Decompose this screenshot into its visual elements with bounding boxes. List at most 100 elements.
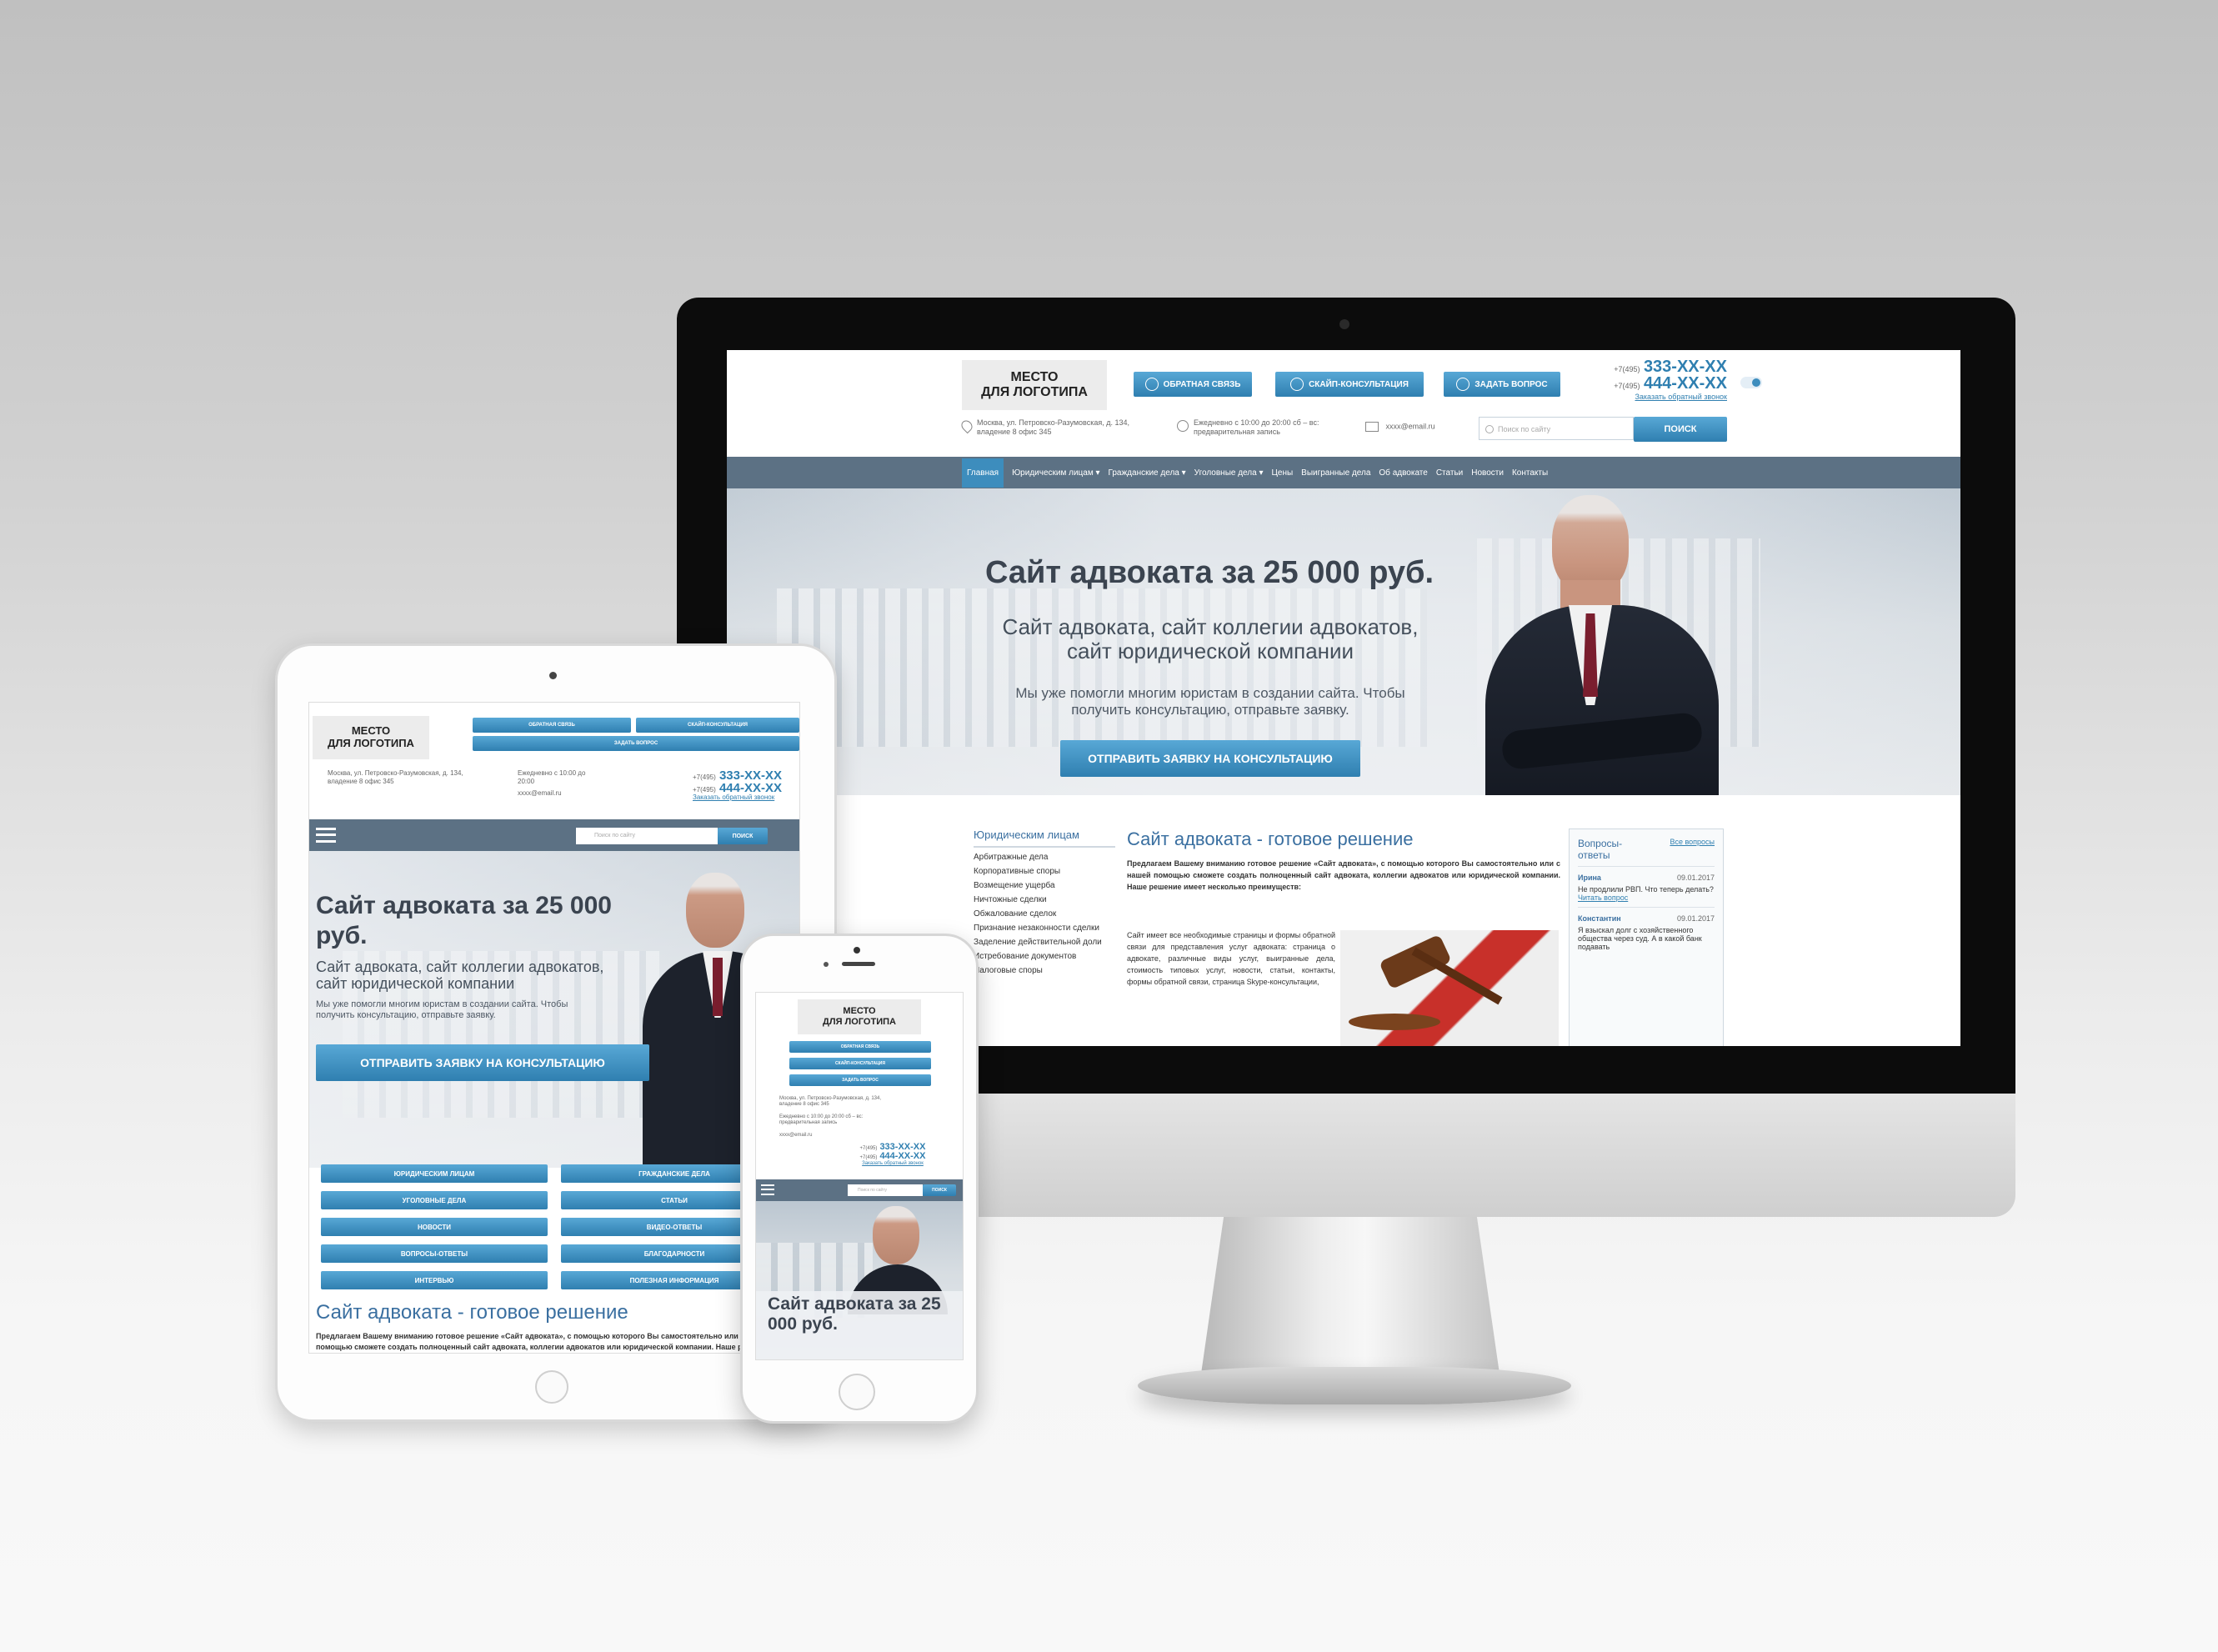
phone-1[interactable]: +7(495) 333-XX-XX (1594, 358, 1727, 375)
skype-button[interactable]: СКАЙП-КОНСУЛЬТАЦИЯ (1275, 372, 1424, 397)
nav-item-articles[interactable]: Статьи (1436, 468, 1463, 478)
hero-subtitle: Сайт адвоката, сайт коллегии адвокатов, … (977, 615, 1444, 663)
content-title: Сайт адвоката - готовое решение (1127, 829, 1414, 849)
phone-1-prefix: +7(495) (693, 773, 716, 781)
logo-line-2: ДЛЯ ЛОГОТИПА (823, 1017, 896, 1027)
qa-read-link[interactable]: Читать вопрос (1578, 894, 1715, 902)
phone-callback-link[interactable]: Заказать обратный звонок (826, 1161, 959, 1166)
qa-item[interactable]: Константин 09.01.2017 Я взыскал долг с хо… (1578, 914, 1715, 951)
hero-text-line-1: Мы уже помогли многим юристам в создании… (316, 999, 568, 1009)
toggle-icon[interactable] (1740, 377, 1762, 388)
question-button-label: ЗАДАТЬ ВОПРОС (1474, 379, 1548, 389)
hero-cta-button[interactable]: ОТПРАВИТЬ ЗАЯВКУ НА КОНСУЛЬТАЦИЮ (1060, 740, 1360, 777)
tablet-hero-title: Сайт адвоката за 25 000 руб. (316, 892, 612, 949)
nav-item-about[interactable]: Об адвокате (1379, 468, 1427, 478)
tablet-skype-button[interactable]: СКАЙП-КОНСУЛЬТАЦИЯ (636, 718, 799, 733)
gavel-image (1340, 930, 1559, 1046)
sidebar-item[interactable]: Заделение действительной доли (974, 938, 1115, 947)
tablet-phones: +7(495) 333-XX-XX +7(495) 444-XX-XX Зака… (693, 769, 799, 801)
skype-button-label: СКАЙП-КОНСУЛЬТАЦИЯ (1309, 379, 1409, 389)
sidebar-menu: Юридическим лицам Арбитражные дела Корпо… (974, 829, 1115, 980)
tablet-hero: Сайт адвоката за 25 000 руб. Сайт адвока… (309, 851, 799, 1168)
phone-sensor-icon (824, 962, 829, 967)
sidebar-item[interactable]: Налоговые споры (974, 966, 1115, 975)
question-icon (1456, 378, 1470, 391)
grid-button[interactable]: УГОЛОВНЫЕ ДЕЛА (321, 1191, 548, 1209)
tablet-phone-2[interactable]: +7(495) 444-XX-XX (693, 782, 799, 794)
phone-phone-2[interactable]: +7(495) 444-XX-XX (826, 1152, 959, 1161)
tablet-home-button[interactable] (535, 1370, 568, 1404)
grid-button[interactable]: НОВОСТИ (321, 1218, 548, 1236)
tablet-category-grid: ЮРИДИЧЕСКИМ ЛИЦАМ ГРАЖДАНСКИЕ ДЕЛА УГОЛО… (321, 1164, 788, 1289)
sidebar-item[interactable]: Истребование документов (974, 952, 1115, 961)
email[interactable]: xxxx@email.ru (1365, 422, 1482, 432)
phone-home-button[interactable] (839, 1374, 875, 1410)
grid-button[interactable]: ИНТЕРВЬЮ (321, 1271, 548, 1289)
sidebar-item[interactable]: Корпоративные споры (974, 867, 1115, 876)
tablet-logo[interactable]: МЕСТО ДЛЯ ЛОГОТИПА (313, 716, 429, 759)
tablet-phone-1[interactable]: +7(495) 333-XX-XX (693, 769, 799, 782)
qa-text: Я взыскал долг с хозяйственного общества… (1578, 926, 1702, 951)
qa-all-link[interactable]: Все вопросы (1670, 838, 1715, 846)
nav-item-news[interactable]: Новости (1471, 468, 1504, 478)
nav-item-contacts[interactable]: Контакты (1512, 468, 1548, 478)
tablet-search-button[interactable]: ПОИСК (718, 828, 768, 844)
grid-button[interactable]: ЮРИДИЧЕСКИМ ЛИЦАМ (321, 1164, 548, 1183)
qa-item[interactable]: Ирина 09.01.2017 Не продлили РВП. Что теп… (1578, 874, 1715, 908)
sidebar-item[interactable]: Арбитражные дела (974, 853, 1115, 862)
tablet-search-input[interactable]: Поиск по сайту (576, 828, 718, 844)
sidebar-item[interactable]: Признание незаконности сделки (974, 924, 1115, 933)
callback-button-label: ОБРАТНАЯ СВЯЗЬ (1163, 379, 1241, 389)
tablet-callback-link[interactable]: Заказать обратный звонок (693, 794, 799, 801)
phone-search-input[interactable]: Поиск по сайту (848, 1184, 923, 1196)
hamburger-icon[interactable] (316, 828, 336, 843)
phone-skype-button[interactable]: СКАЙП-КОНСУЛЬТАЦИЯ (789, 1058, 931, 1069)
sidebar-item[interactable]: Обжалование сделок (974, 909, 1115, 919)
tablet-question-button[interactable]: ЗАДАТЬ ВОПРОС (473, 736, 799, 751)
sidebar-item[interactable]: Ничтожные сделки (974, 895, 1115, 904)
phone-2-prefix: +7(495) (859, 1155, 878, 1160)
phone-search-button[interactable]: ПОИСК (923, 1184, 956, 1196)
logo-line-1: МЕСТО (1010, 369, 1059, 384)
qa-date: 09.01.2017 (1676, 914, 1715, 923)
phone-hero: Сайт адвоката за 25 000 руб. (756, 1201, 963, 1359)
search-button[interactable]: ПОИСК (1634, 417, 1727, 442)
hero-banner: Сайт адвоката за 25 000 руб. Сайт адвока… (727, 488, 1960, 795)
hero-subtitle-line-2: сайт юридической компании (1066, 638, 1354, 663)
callback-button[interactable]: ОБРАТНАЯ СВЯЗЬ (1134, 372, 1252, 397)
nav-item-home[interactable]: Главная (962, 458, 1004, 488)
tablet-email[interactable]: xxxx@email.ru (518, 789, 601, 797)
phone-2[interactable]: +7(495) 444-XX-XX (1594, 375, 1727, 392)
nav-item-won-cases[interactable]: Выигранные дела (1301, 468, 1370, 478)
nav-item-prices[interactable]: Цены (1271, 468, 1293, 478)
nav-item-civil-cases[interactable]: Гражданские дела ▾ (1109, 468, 1186, 478)
callback-link[interactable]: Заказать обратный звонок (1594, 393, 1727, 401)
phone-callback-button[interactable]: ОБРАТНАЯ СВЯЗЬ (789, 1041, 931, 1053)
site-logo[interactable]: МЕСТО ДЛЯ ЛОГОТИПА (962, 360, 1107, 410)
phone-camera-icon (854, 947, 860, 954)
phone-2-number: 444-XX-XX (1643, 374, 1727, 393)
phone-question-button[interactable]: ЗАДАТЬ ВОПРОС (789, 1074, 931, 1086)
nav-item-legal-entities[interactable]: Юридическим лицам ▾ (1012, 468, 1099, 478)
grid-button[interactable]: ВОПРОСЫ-ОТВЕТЫ (321, 1244, 548, 1263)
hamburger-icon[interactable] (761, 1184, 774, 1195)
phone-block: +7(495) 333-XX-XX +7(495) 444-XX-XX Зака… (1594, 358, 1727, 401)
tablet-callback-button[interactable]: ОБРАТНАЯ СВЯЗЬ (473, 718, 631, 733)
search-box: Поиск по сайту ПОИСК (1479, 417, 1727, 442)
phone-logo[interactable]: МЕСТО ДЛЯ ЛОГОТИПА (798, 999, 921, 1034)
monitor-stand-base (1138, 1367, 1571, 1404)
hero-text-line-1: Мы уже помогли многим юристам в создании… (1015, 685, 1405, 701)
phone-email[interactable]: xxxx@email.ru (779, 1133, 879, 1138)
phone-1-prefix: +7(495) (859, 1146, 878, 1151)
sidebar-item[interactable]: Возмещение ущерба (974, 881, 1115, 890)
tablet-hero-subtitle: Сайт адвоката, сайт коллегии адвокатов, … (316, 959, 649, 993)
logo-line-2: ДЛЯ ЛОГОТИПА (328, 737, 414, 749)
location-icon (959, 418, 975, 434)
chat-icon (1144, 378, 1159, 391)
phone-2-number: 444-XX-XX (879, 1151, 926, 1161)
nav-item-criminal-cases[interactable]: Уголовные дела ▾ (1194, 468, 1264, 478)
qa-author: Константин (1578, 914, 1621, 923)
tablet-hero-cta-button[interactable]: ОТПРАВИТЬ ЗАЯВКУ НА КОНСУЛЬТАЦИЮ (316, 1044, 649, 1081)
search-input[interactable]: Поиск по сайту (1479, 417, 1634, 440)
question-button[interactable]: ЗАДАТЬ ВОПРОС (1444, 372, 1560, 397)
